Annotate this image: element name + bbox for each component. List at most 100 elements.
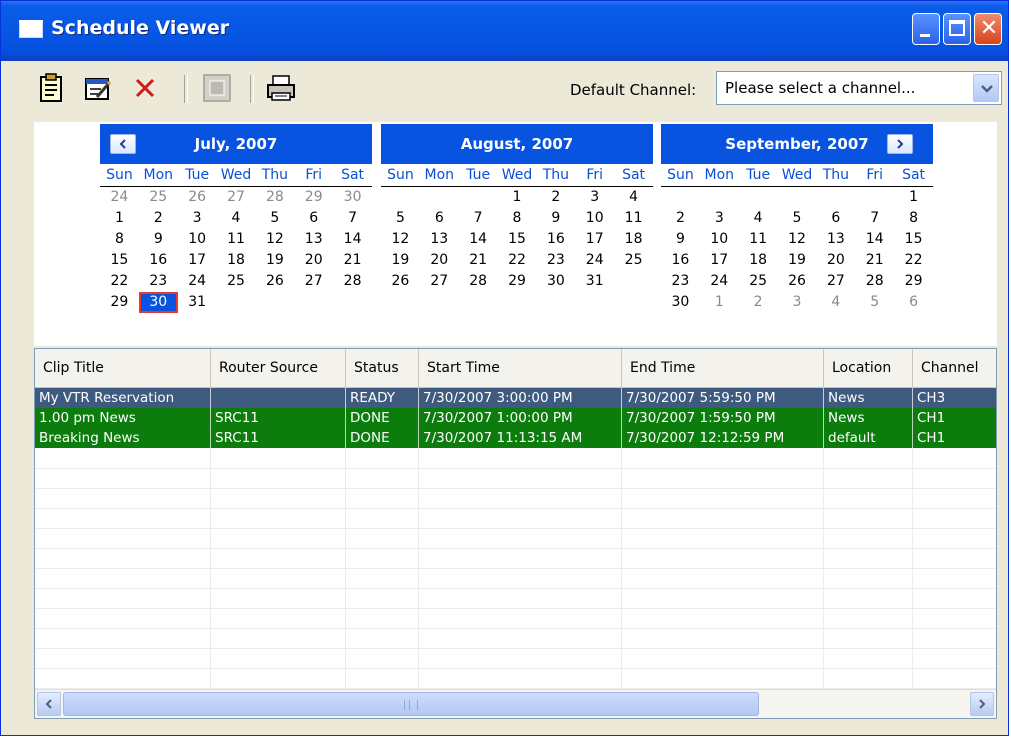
day-cell[interactable]: 8	[498, 208, 537, 229]
day-cell[interactable]: 12	[255, 229, 294, 250]
day-cell[interactable]: 21	[459, 250, 498, 271]
column-header[interactable]: Router Source	[211, 349, 346, 387]
column-header[interactable]: Location	[824, 349, 913, 387]
day-cell[interactable]: 6	[816, 208, 855, 229]
day-cell[interactable]: 21	[855, 250, 894, 271]
dropdown-button[interactable]	[973, 74, 999, 102]
day-cell[interactable]: 14	[333, 229, 372, 250]
column-header[interactable]: Start Time	[419, 349, 622, 387]
day-cell[interactable]: 19	[255, 250, 294, 271]
day-cell[interactable]: 31	[178, 292, 217, 313]
day-cell[interactable]: 18	[739, 250, 778, 271]
day-cell[interactable]: 31	[575, 271, 614, 292]
day-cell[interactable]: 4	[217, 208, 256, 229]
day-cell[interactable]: 4	[739, 208, 778, 229]
day-cell[interactable]: 2	[536, 187, 575, 208]
day-cell[interactable]: 27	[217, 187, 256, 208]
day-cell[interactable]: 5	[255, 208, 294, 229]
prev-month-button[interactable]	[110, 134, 136, 154]
day-cell[interactable]: 1	[498, 187, 537, 208]
day-cell[interactable]: 5	[381, 208, 420, 229]
day-cell[interactable]: 24	[700, 271, 739, 292]
print-button[interactable]	[264, 71, 298, 105]
day-cell[interactable]: 12	[381, 229, 420, 250]
day-cell[interactable]: 12	[778, 229, 817, 250]
day-cell[interactable]: 28	[459, 271, 498, 292]
day-cell[interactable]: 1	[100, 208, 139, 229]
day-cell[interactable]: 27	[294, 271, 333, 292]
day-cell[interactable]: 7	[459, 208, 498, 229]
day-cell[interactable]: 26	[255, 271, 294, 292]
day-cell[interactable]: 9	[661, 229, 700, 250]
day-cell[interactable]: 19	[778, 250, 817, 271]
day-cell[interactable]: 25	[139, 187, 178, 208]
column-header[interactable]: End Time	[622, 349, 824, 387]
next-month-button[interactable]	[887, 134, 913, 154]
day-cell[interactable]: 8	[100, 229, 139, 250]
day-cell[interactable]: 28	[855, 271, 894, 292]
column-header[interactable]: Status	[346, 349, 419, 387]
day-cell[interactable]: 15	[100, 250, 139, 271]
day-cell[interactable]: 14	[855, 229, 894, 250]
day-cell[interactable]: 15	[498, 229, 537, 250]
day-cell[interactable]: 26	[381, 271, 420, 292]
day-cell[interactable]: 6	[294, 208, 333, 229]
day-cell[interactable]: 7	[855, 208, 894, 229]
day-cell[interactable]: 17	[178, 250, 217, 271]
day-cell[interactable]: 2	[661, 208, 700, 229]
day-cell[interactable]: 19	[381, 250, 420, 271]
day-cell[interactable]: 17	[700, 250, 739, 271]
day-cell[interactable]: 21	[333, 250, 372, 271]
day-cell[interactable]: 24	[100, 187, 139, 208]
day-cell[interactable]: 11	[217, 229, 256, 250]
day-cell[interactable]: 29	[894, 271, 933, 292]
day-cell[interactable]: 4	[816, 292, 855, 313]
selected-day-cell[interactable]: 30	[138, 292, 178, 313]
day-cell[interactable]: 27	[816, 271, 855, 292]
day-cell[interactable]: 24	[178, 271, 217, 292]
day-cell[interactable]: 28	[255, 187, 294, 208]
stop-button[interactable]	[200, 71, 234, 105]
day-cell[interactable]: 13	[420, 229, 459, 250]
day-cell[interactable]: 23	[661, 271, 700, 292]
horizontal-scrollbar[interactable]	[35, 689, 996, 718]
day-cell[interactable]: 11	[739, 229, 778, 250]
day-cell[interactable]: 29	[498, 271, 537, 292]
new-schedule-button[interactable]	[34, 71, 68, 105]
day-cell[interactable]: 5	[855, 292, 894, 313]
day-cell[interactable]: 23	[536, 250, 575, 271]
table-row[interactable]: My VTR Reservation READY 7/30/2007 3:00:00…	[35, 388, 996, 408]
day-cell[interactable]: 10	[700, 229, 739, 250]
day-cell[interactable]: 1	[894, 187, 933, 208]
day-cell[interactable]: 22	[100, 271, 139, 292]
day-cell[interactable]: 25	[217, 271, 256, 292]
day-cell[interactable]: 25	[739, 271, 778, 292]
day-cell[interactable]: 15	[894, 229, 933, 250]
day-cell[interactable]: 9	[139, 229, 178, 250]
day-cell[interactable]: 5	[778, 208, 817, 229]
maximize-button[interactable]	[943, 13, 971, 45]
day-cell[interactable]: 20	[420, 250, 459, 271]
day-cell[interactable]: 13	[816, 229, 855, 250]
day-cell[interactable]: 7	[333, 208, 372, 229]
day-cell[interactable]: 30	[661, 292, 700, 313]
day-cell[interactable]: 6	[420, 208, 459, 229]
day-cell[interactable]: 26	[778, 271, 817, 292]
day-cell[interactable]: 23	[139, 271, 178, 292]
day-cell[interactable]: 3	[575, 187, 614, 208]
day-cell[interactable]: 22	[498, 250, 537, 271]
scrollbar-thumb[interactable]	[63, 692, 759, 716]
scroll-right-button[interactable]	[970, 692, 994, 716]
day-cell[interactable]: 30	[333, 187, 372, 208]
minimize-button[interactable]	[912, 13, 940, 45]
column-header[interactable]: Clip Title	[35, 349, 211, 387]
day-cell[interactable]: 30	[536, 271, 575, 292]
day-cell[interactable]: 9	[536, 208, 575, 229]
day-cell[interactable]: 8	[894, 208, 933, 229]
day-cell[interactable]: 2	[139, 208, 178, 229]
day-cell[interactable]: 16	[536, 229, 575, 250]
day-cell[interactable]: 18	[217, 250, 256, 271]
day-cell[interactable]: 14	[459, 229, 498, 250]
day-cell[interactable]: 13	[294, 229, 333, 250]
day-cell[interactable]: 3	[178, 208, 217, 229]
